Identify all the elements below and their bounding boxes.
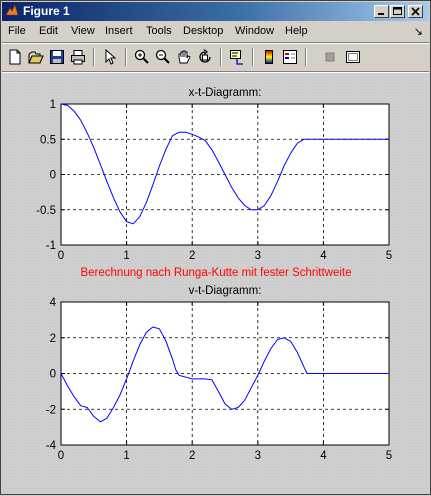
x-tick-label: 2 <box>189 250 195 262</box>
y-tick-label: 0.5 <box>40 134 56 146</box>
x-t-diagram: x-t-Diagramm: 0 1 2 3 4 5 1 0.5 0 -0.5 -1 <box>36 87 392 262</box>
y-tick-label: -0.5 <box>36 205 56 217</box>
chart-title: x-t-Diagramm: <box>189 87 262 99</box>
x-tick-label: 0 <box>58 250 64 262</box>
y-tick-label: 4 <box>50 297 57 309</box>
y-tick-label: -2 <box>46 404 56 416</box>
figure-window: Figure 1 File Edit View Insert Tools Des… <box>0 0 431 495</box>
x-tick-label: 0 <box>58 450 64 462</box>
y-tick-label: 1 <box>50 99 56 111</box>
x-tick-label: 3 <box>255 250 261 262</box>
y-tick-label: 0 <box>50 369 56 381</box>
x-tick-label: 1 <box>123 250 129 262</box>
x-tick-label: 2 <box>189 450 195 462</box>
x-tick-label: 4 <box>320 450 327 462</box>
y-tick-label: 0 <box>50 170 56 182</box>
chart-title: v-t-Diagramm: <box>189 285 262 297</box>
method-annotation: Berechnung nach Runga-Kutte mit fester S… <box>80 267 351 279</box>
x-tick-label: 1 <box>123 450 129 462</box>
y-tick-label: 2 <box>50 333 56 345</box>
x-tick-label: 5 <box>386 450 392 462</box>
v-t-diagram: v-t-Diagramm: 0 1 2 3 4 5 4 2 0 -2 -4 <box>46 285 392 462</box>
figure-plots: x-t-Diagramm: 0 1 2 3 4 5 1 0.5 0 -0.5 -1 v-t-Diagr… <box>36 87 392 462</box>
x-tick-label: 5 <box>386 250 392 262</box>
x-tick-label: 4 <box>320 250 327 262</box>
x-tick-label: 3 <box>255 450 261 462</box>
y-tick-label: -1 <box>46 240 56 252</box>
y-tick-label: -4 <box>46 440 57 452</box>
